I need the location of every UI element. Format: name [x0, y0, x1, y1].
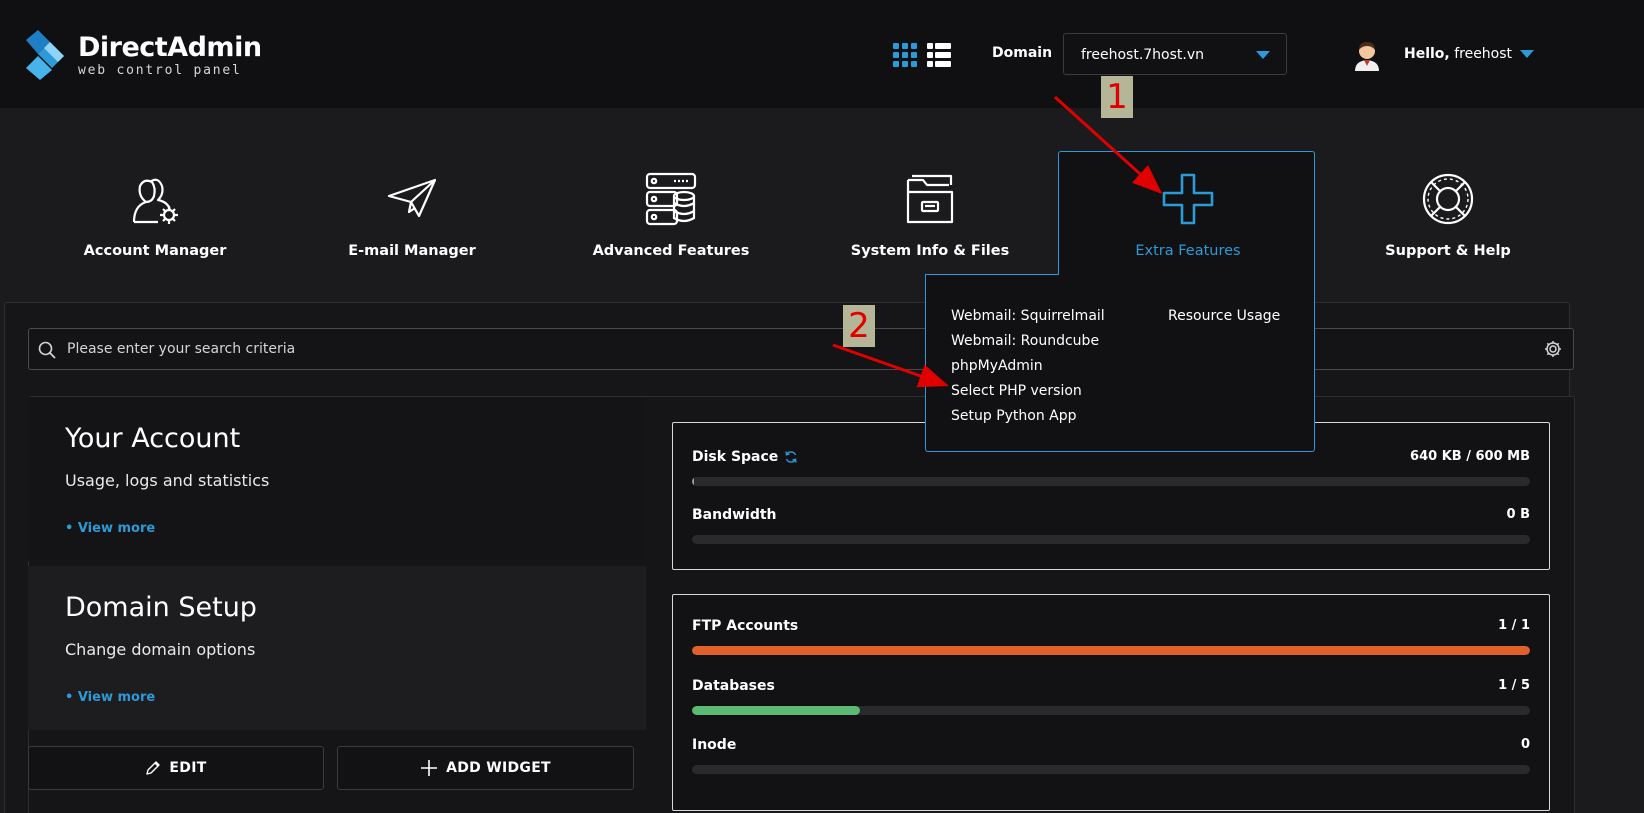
stat-label: Databases [692, 678, 775, 694]
card-subtitle: Usage, logs and statistics [65, 471, 270, 490]
pencil-icon [146, 761, 161, 775]
grid-view-icon[interactable] [893, 43, 917, 67]
stat-value: 640 KB / 600 MB [1410, 449, 1530, 464]
nav-extra-features[interactable]: Extra Features [1058, 152, 1318, 272]
card-title: Your Account [65, 423, 241, 454]
progress-track [692, 646, 1530, 655]
progress-fill [692, 706, 860, 715]
your-account-card[interactable]: Your Account Usage, logs and statistics … [28, 397, 646, 561]
stat-disk-space: Disk Space 640 KB / 600 MB [692, 449, 1530, 489]
search-bar[interactable] [28, 328, 1574, 370]
user-avatar-icon[interactable] [1352, 39, 1382, 71]
menu-item-resource-usage[interactable]: Resource Usage [1168, 304, 1280, 329]
progress-track [692, 477, 1530, 486]
card-subtitle: Change domain options [65, 640, 256, 659]
logo-title: DirectAdmin [78, 31, 262, 63]
view-more-link[interactable]: • View more [65, 690, 155, 705]
stat-label: Inode [692, 737, 737, 753]
stat-databases: Databases 1 / 5 [692, 678, 1530, 718]
plus-icon [1162, 173, 1214, 225]
menu-item-roundcube[interactable]: Webmail: Roundcube [951, 329, 1105, 354]
annotation-number-1: 1 [1101, 76, 1133, 118]
users-gear-icon [132, 178, 178, 224]
domain-setup-card[interactable]: Domain Setup Change domain options • Vie… [28, 566, 646, 730]
progress-fill [692, 477, 694, 486]
paper-plane-icon [387, 178, 437, 218]
stat-value: 0 [1520, 737, 1530, 752]
view-more-link[interactable]: • View more [65, 521, 155, 536]
logo-subtitle: web control panel [78, 62, 242, 78]
stat-bandwidth: Bandwidth 0 B [692, 507, 1530, 547]
progress-track [692, 765, 1530, 774]
folder-icon [906, 174, 954, 224]
domain-select-value: freehost.7host.vn [1081, 47, 1205, 63]
plus-small-icon [421, 760, 438, 776]
nav-email-manager[interactable]: E-mail Manager [282, 152, 542, 272]
dropdown-col-2: Resource Usage [1168, 304, 1280, 329]
card-title: Domain Setup [65, 592, 257, 623]
user-menu-chevron-icon[interactable] [1520, 50, 1534, 58]
nav-label: E-mail Manager [348, 243, 476, 259]
menu-item-select-php-version[interactable]: Select PHP version [951, 379, 1105, 404]
menu-item-setup-python-app[interactable]: Setup Python App [951, 404, 1105, 429]
nav-label: Advanced Features [592, 243, 750, 259]
refresh-icon[interactable] [784, 450, 798, 464]
stat-value: 1 / 5 [1498, 678, 1530, 693]
nav-support-help[interactable]: Support & Help [1318, 152, 1578, 272]
domain-select[interactable]: freehost.7host.vn [1063, 33, 1287, 75]
edit-button[interactable]: EDIT [28, 746, 324, 790]
edit-button-label: EDIT [169, 760, 207, 776]
annotation-number-2: 2 [843, 305, 875, 347]
nav-label: Support & Help [1385, 243, 1511, 259]
nav-label: Extra Features [1135, 243, 1241, 259]
top-header: DirectAdmin web control panel Domain fre… [0, 0, 1644, 108]
nav-label: System Info & Files [850, 243, 1010, 259]
menu-item-squirrelmail[interactable]: Webmail: Squirrelmail [951, 304, 1105, 329]
dropdown-edge [925, 274, 1059, 275]
search-icon [38, 341, 56, 359]
lifebuoy-icon [1422, 173, 1474, 225]
chevron-down-icon [1256, 51, 1270, 59]
nav-account-manager[interactable]: Account Manager [25, 152, 285, 272]
logo-mark-icon [26, 30, 64, 80]
domain-label: Domain [992, 45, 1053, 61]
nav-label: Account Manager [83, 243, 227, 259]
gear-icon[interactable] [1544, 340, 1562, 358]
user-greeting[interactable]: Hello, freehost [1404, 46, 1512, 62]
username: freehost [1454, 46, 1513, 62]
menu-item-phpmyadmin[interactable]: phpMyAdmin [951, 354, 1105, 379]
stat-label: Disk Space [692, 449, 779, 465]
progress-fill [692, 646, 1530, 655]
add-widget-button-label: ADD WIDGET [446, 760, 551, 776]
progress-track [692, 535, 1530, 544]
stat-ftp-accounts: FTP Accounts 1 / 1 [692, 618, 1530, 658]
dropdown-col-1: Webmail: Squirrelmail Webmail: Roundcube… [951, 304, 1105, 429]
account-limits-box: FTP Accounts 1 / 1 Databases 1 / 5 Inode… [672, 594, 1550, 811]
directadmin-logo[interactable]: DirectAdmin web control panel [24, 30, 262, 80]
stat-value: 0 B [1506, 507, 1530, 522]
hello-prefix: Hello, [1404, 46, 1450, 62]
list-view-icon[interactable] [927, 43, 951, 67]
nav-system-info-files[interactable]: System Info & Files [800, 152, 1060, 272]
stat-label: Bandwidth [692, 507, 777, 523]
progress-track [692, 706, 1530, 715]
stat-value: 1 / 1 [1498, 618, 1530, 633]
server-database-icon [645, 172, 697, 226]
stat-label: FTP Accounts [692, 618, 799, 634]
add-widget-button[interactable]: ADD WIDGET [337, 746, 634, 790]
stat-inode: Inode 0 [692, 737, 1530, 777]
nav-advanced-features[interactable]: Advanced Features [541, 152, 801, 272]
